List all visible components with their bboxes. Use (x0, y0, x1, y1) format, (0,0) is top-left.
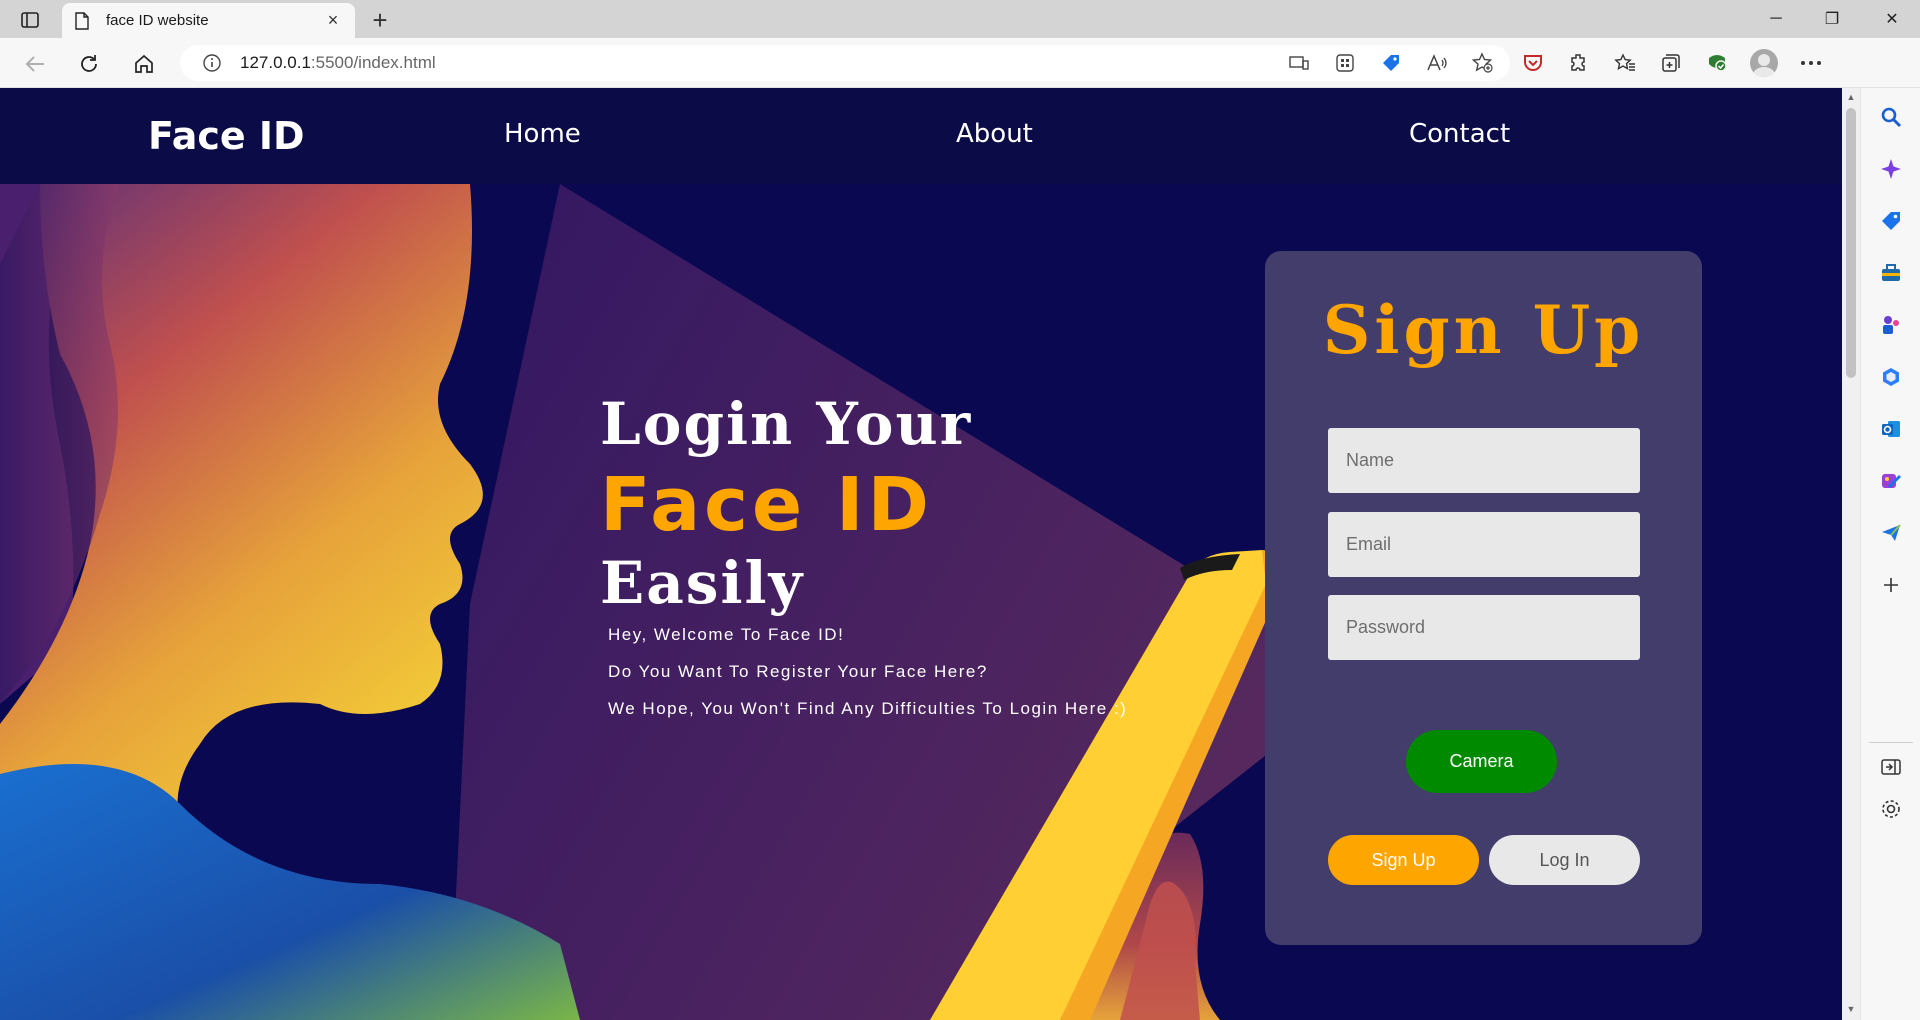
nav-about-link[interactable]: About (956, 119, 1033, 149)
signup-title: Sign Up (1322, 291, 1645, 369)
hero-title-line2: Face ID (600, 462, 933, 548)
hero-text-block: Login Your Face ID Easily Hey, Welcome T… (600, 388, 1127, 727)
favorite-add-icon[interactable] (1470, 50, 1496, 76)
tab-strip: face ID website × + ─ ❐ ✕ (0, 0, 1920, 38)
url-text: 127.0.0.1:5500/index.html (240, 53, 436, 73)
url-host: 127.0.0.1 (240, 53, 311, 72)
hide-sidebar-icon[interactable] (1878, 754, 1904, 780)
page-scrollbar[interactable]: ▲ ▼ (1842, 88, 1860, 1020)
shopping-icon[interactable] (1878, 208, 1904, 234)
signup-button[interactable]: Sign Up (1328, 835, 1479, 885)
minimize-button[interactable]: ─ (1748, 0, 1804, 38)
more-icon[interactable] (1798, 50, 1824, 76)
address-toolbar: 127.0.0.1:5500/index.html (0, 38, 1920, 88)
device-icon[interactable] (1286, 50, 1312, 76)
login-button[interactable]: Log In (1489, 835, 1640, 885)
email-field[interactable] (1328, 512, 1640, 577)
games-icon[interactable] (1878, 312, 1904, 338)
pocket-icon[interactable] (1520, 50, 1546, 76)
doc-icon (74, 11, 92, 30)
favorites-icon[interactable] (1612, 50, 1638, 76)
camera-button[interactable]: Camera (1406, 730, 1557, 793)
profile-icon[interactable] (1750, 49, 1778, 77)
scroll-down-icon[interactable]: ▼ (1846, 1004, 1856, 1014)
search-icon[interactable] (1878, 104, 1904, 130)
copilot-icon[interactable] (1878, 156, 1904, 182)
restore-button[interactable]: ❐ (1804, 0, 1860, 38)
new-tab-button[interactable]: + (364, 4, 396, 36)
address-bar[interactable]: 127.0.0.1:5500/index.html (180, 45, 1510, 81)
extensions-icon[interactable] (1566, 50, 1592, 76)
outlook-icon[interactable] (1878, 416, 1904, 442)
scroll-thumb[interactable] (1846, 108, 1856, 378)
hero-title-line1: Login Your (600, 390, 973, 458)
tools-icon[interactable] (1878, 260, 1904, 286)
nav-home-link[interactable]: Home (504, 119, 581, 149)
url-path: :5500/index.html (310, 53, 436, 72)
close-window-button[interactable]: ✕ (1864, 0, 1920, 38)
page-viewport: Face ID Home About Contact Login Your Fa… (0, 88, 1842, 1020)
refresh-icon[interactable] (72, 47, 106, 81)
back-icon[interactable] (18, 47, 52, 81)
scroll-up-icon[interactable]: ▲ (1846, 92, 1856, 102)
sidebar-divider (1869, 742, 1913, 743)
signup-card: Sign Up Camera Sign Up Log In (1265, 251, 1702, 945)
designer-icon[interactable] (1878, 468, 1904, 494)
name-field[interactable] (1328, 428, 1640, 493)
hero-subtext-3: We Hope, You Won't Find Any Difficulties… (608, 699, 1128, 718)
read-aloud-icon[interactable] (1424, 50, 1450, 76)
edge-sidebar (1860, 88, 1920, 1020)
home-icon[interactable] (127, 47, 161, 81)
hero-title-line3: Easily (600, 549, 805, 617)
apps-icon[interactable] (1332, 50, 1358, 76)
send-icon[interactable] (1878, 520, 1904, 546)
tab-title: face ID website (106, 12, 209, 29)
hero-subtext-1: Hey, Welcome To Face ID! (608, 625, 845, 644)
collections-icon[interactable] (1658, 50, 1684, 76)
microsoft365-icon[interactable] (1878, 364, 1904, 390)
close-tab-icon[interactable]: × (323, 10, 343, 31)
site-header: Face ID Home About Contact (0, 88, 1842, 184)
nav-contact-link[interactable]: Contact (1409, 119, 1510, 149)
settings-icon[interactable] (1878, 796, 1904, 822)
tab-actions-icon[interactable] (14, 8, 46, 32)
site-logo[interactable]: Face ID (148, 114, 305, 158)
browser-essentials-icon[interactable] (1704, 50, 1730, 76)
browser-tab[interactable]: face ID website × (62, 3, 355, 38)
coupon-icon[interactable] (1378, 50, 1404, 76)
add-icon[interactable] (1878, 572, 1904, 598)
hero-subtext-2: Do You Want To Register Your Face Here? (608, 662, 988, 681)
info-icon[interactable] (202, 53, 222, 73)
password-field[interactable] (1328, 595, 1640, 660)
